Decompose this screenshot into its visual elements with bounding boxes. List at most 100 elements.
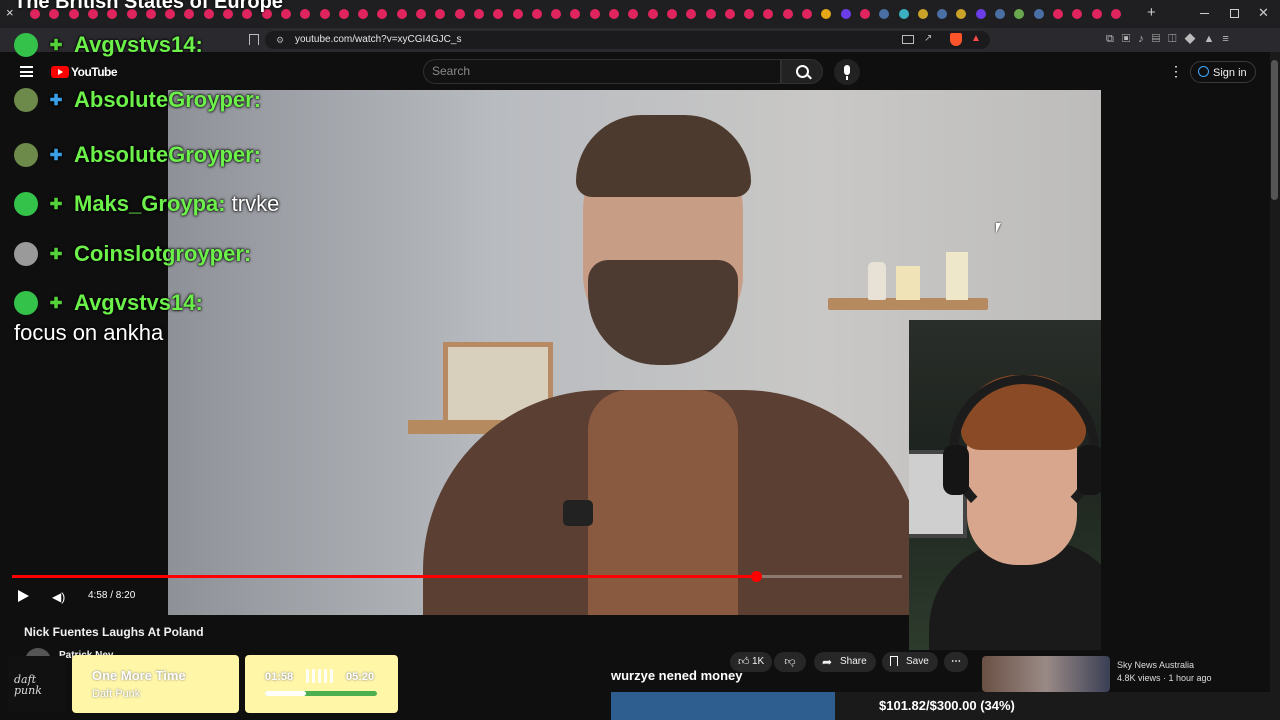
album-art: daft punk [8,656,65,712]
browser-tab[interactable] [937,9,948,19]
presenter-hair [576,115,751,197]
browser-tab[interactable] [647,9,658,19]
dislike-button[interactable]: 👎︎ [774,652,806,672]
new-tab-button[interactable]: + [1147,4,1156,21]
song-title: One More Time [92,668,186,683]
save-button[interactable]: Save [882,652,938,672]
menu-icon[interactable] [20,66,33,77]
song-duration: 05:20 [346,671,375,683]
browser-tab[interactable] [686,9,697,19]
youtube-logo-icon[interactable] [51,66,69,78]
save-icon [890,656,898,666]
browser-tab[interactable] [840,9,851,19]
browser-tab[interactable] [609,9,619,19]
browser-tab[interactable] [879,9,890,19]
youtube-logo-text[interactable]: YouTube [71,65,118,79]
recommended-meta[interactable]: Sky News Australia 4.8K views · 1 hour a… [1117,660,1212,683]
browser-tab[interactable] [705,9,716,19]
browser-tab[interactable] [628,9,639,19]
album-art-text: daft punk [14,673,42,697]
chat-sub-badge-icon: ✚ [49,37,63,54]
browser-tab[interactable] [435,9,446,19]
brave-shield-icon[interactable] [950,33,962,46]
chat-message-text: trvke [231,191,280,216]
recommended-channel: Sky News Australia [1117,660,1195,670]
browser-tab[interactable] [975,9,986,19]
browser-tab[interactable] [493,9,504,19]
play-button[interactable] [18,590,29,602]
browser-tab[interactable] [917,9,928,19]
browser-tab[interactable] [1014,9,1025,19]
volume-icon[interactable]: ◀) [52,590,65,604]
recommended-thumbnail[interactable] [982,656,1110,692]
extensions-toolbar[interactable]: ⧉▣♪▤◫◆▲≡ [1106,33,1237,46]
time-display: 4:58 / 8:20 [88,590,136,601]
candle-tall [946,252,968,300]
search-input[interactable]: Search [423,59,781,84]
scrollbar-thumb[interactable] [1271,60,1278,200]
browser-tab[interactable] [821,9,832,19]
close-tab-icon[interactable]: × [6,5,14,20]
cast-icon[interactable] [902,35,914,44]
browser-tab[interactable] [570,9,581,19]
more-options-icon[interactable]: ⋮ [1169,64,1183,78]
browser-tab[interactable] [454,9,465,19]
browser-tab[interactable] [377,9,388,19]
browser-tab[interactable] [724,9,735,19]
bookmark-icon[interactable] [249,34,259,45]
chat-message: ✚ AbsoluteGroyper: [14,87,261,113]
browser-tab[interactable] [512,9,523,19]
browser-tab[interactable] [763,9,774,19]
more-actions-button[interactable]: ⋯ [944,652,968,672]
browser-tab[interactable] [956,9,967,19]
chat-username: Maks_Groypa: [74,191,226,216]
browser-tab[interactable] [859,9,870,19]
browser-tab[interactable] [589,9,600,19]
browser-tab[interactable] [473,9,484,19]
browser-tab[interactable] [300,9,311,19]
browser-tab[interactable] [782,9,793,19]
browser-tab[interactable] [1110,9,1121,19]
browser-tab[interactable] [744,9,755,19]
browser-tab[interactable] [802,9,812,19]
browser-tab[interactable] [995,9,1005,19]
chat-badge-icon [14,88,38,112]
browser-tab[interactable] [1033,9,1044,19]
thumbs-down-icon: 👎︎ [784,656,796,668]
browser-tab[interactable] [396,9,407,19]
site-settings-icon[interactable]: ⚙ [276,35,284,46]
account-icon [1198,66,1209,77]
browser-tab[interactable] [531,9,542,19]
browser-tab[interactable] [898,9,909,19]
presenter-beard [588,260,738,365]
browser-tab[interactable] [1052,9,1063,19]
donation-goal-fill [611,692,836,720]
browser-tab[interactable] [319,9,330,19]
page-title: The British States of Europe [14,0,283,13]
chat-badge-icon [14,291,38,315]
browser-tab[interactable] [1091,9,1102,19]
browser-tab[interactable] [358,9,369,19]
share-button[interactable]: ➦ Share [814,652,876,672]
chat-badge-icon [14,33,38,57]
browser-tab[interactable] [666,9,677,19]
like-count: 1K [752,656,765,667]
seek-scrubber[interactable] [751,571,763,582]
browser-tab[interactable] [551,9,562,19]
sign-in-button[interactable]: Sign in [1190,61,1256,83]
browser-tab[interactable] [338,9,349,19]
voice-search-button[interactable] [834,59,860,85]
song-artist: Daft Punk [92,688,141,700]
close-window-icon[interactable]: ✕ [1258,5,1269,21]
browser-tab[interactable] [1072,9,1083,19]
minimize-window-icon[interactable] [1200,13,1209,14]
search-button[interactable] [781,59,823,84]
chat-badge-icon [14,192,38,216]
save-label: Save [906,656,929,667]
rewards-icon[interactable]: ▲ [971,33,981,44]
browser-tab[interactable] [416,9,426,19]
share-page-icon[interactable]: ↗ [924,33,932,44]
chat-username: Coinslotgroyper: [74,241,252,266]
restore-window-icon[interactable] [1230,9,1239,18]
url-field[interactable]: youtube.com/watch?v=xyCGI4GJC_s [265,31,990,49]
